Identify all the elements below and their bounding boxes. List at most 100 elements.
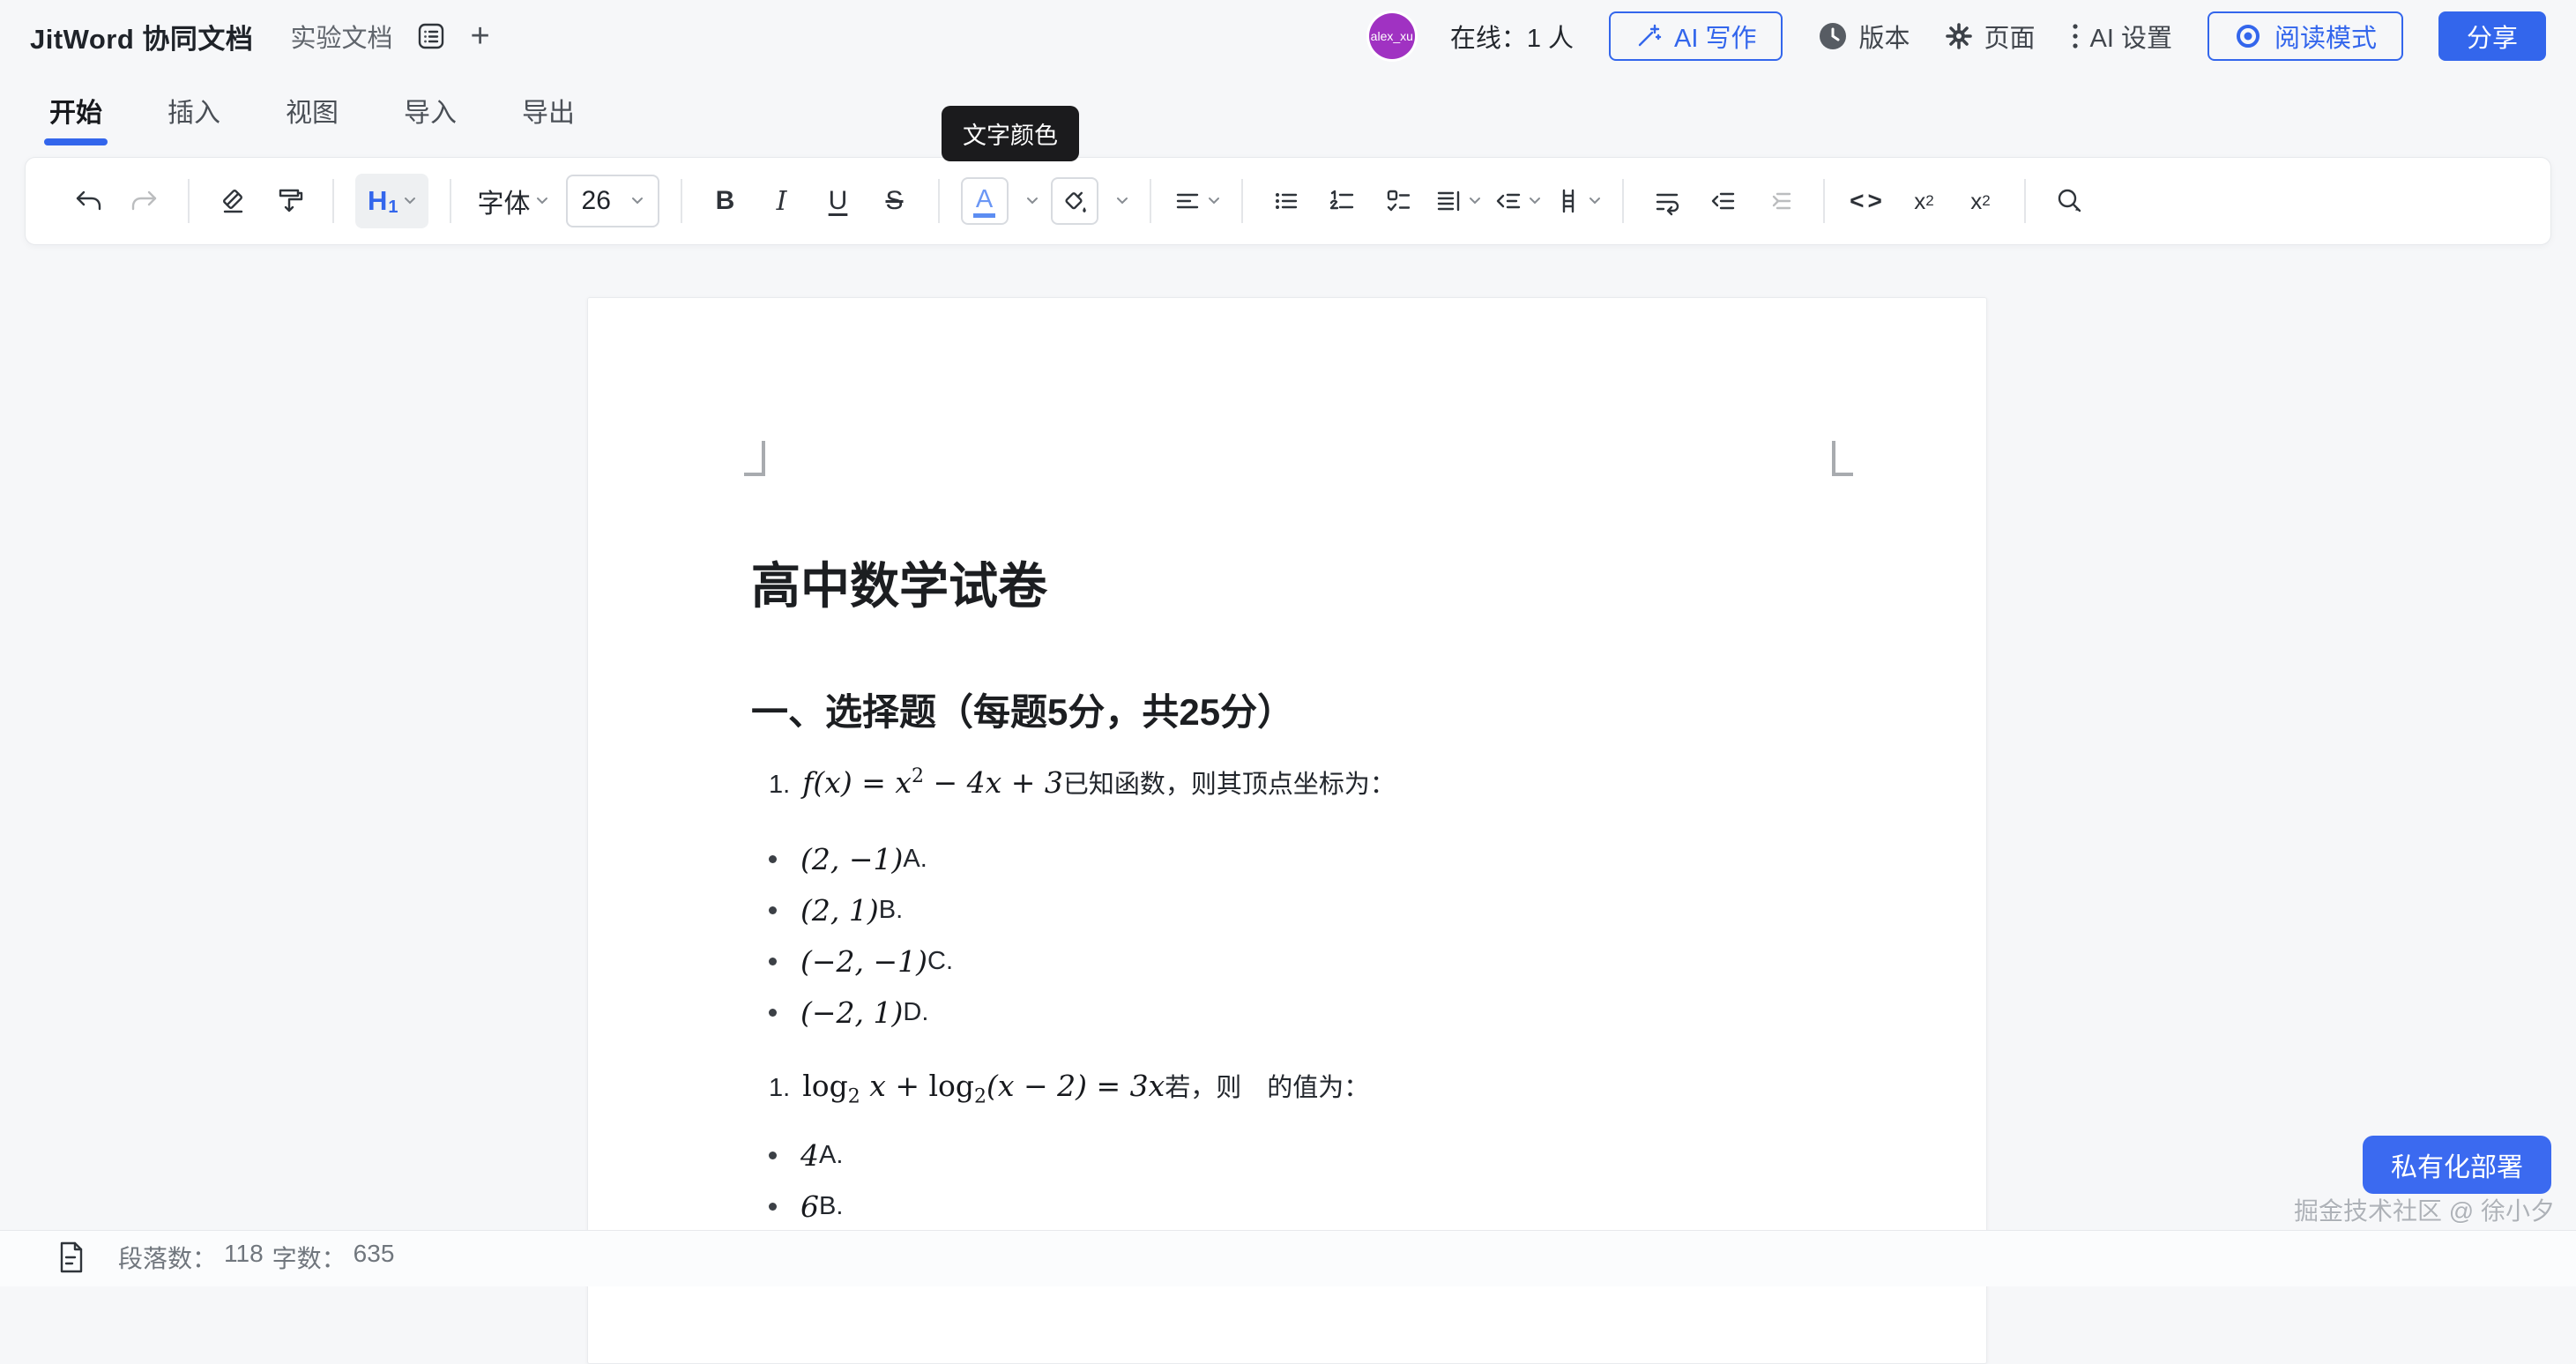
magic-wand-icon	[1635, 23, 1662, 49]
question-number: 1.	[769, 771, 790, 800]
ribbon-tabs: 开始 插入 视图 导入 导出	[0, 72, 577, 148]
community-watermark: 掘金技术社区 @ 徐小夕	[2294, 1192, 2555, 1227]
heading-style-label: H	[368, 185, 387, 217]
status-bar: 段落数：118 字数：635	[0, 1230, 2576, 1286]
eraser-icon[interactable]	[211, 175, 255, 227]
section-heading: 一、选择题（每题5分，共25分）	[751, 682, 1294, 736]
bullet-dot	[769, 1009, 777, 1017]
task-list-button[interactable]	[1377, 175, 1421, 227]
ai-write-button[interactable]: AI 写作	[1609, 11, 1783, 61]
bullet-dot	[769, 1203, 777, 1211]
reading-mode-button[interactable]: 阅读模式	[2207, 11, 2403, 61]
indent-decrease-button[interactable]	[1701, 175, 1746, 227]
subscript-button[interactable]: x2	[1902, 175, 1947, 227]
tab-insert[interactable]: 插入	[166, 82, 222, 138]
version-clock-icon	[1818, 21, 1848, 51]
line-height-dropdown[interactable]	[1433, 175, 1481, 227]
list-item: (2, −1)A.	[769, 833, 953, 884]
document-name[interactable]: 实验文档	[290, 18, 392, 55]
chevron-down-icon	[1208, 196, 1220, 206]
outline-level-dropdown[interactable]	[1553, 175, 1601, 227]
align-dropdown[interactable]	[1173, 175, 1220, 227]
question-number: 1.	[769, 1074, 790, 1103]
question-formula: f(x) = x2 − 4x + 3	[802, 765, 1063, 800]
bullet-dot	[769, 906, 777, 914]
list-item: (2, 1)B.	[769, 884, 953, 935]
text-color-tooltip: 文字颜色	[942, 106, 1079, 161]
chevron-down-icon	[404, 196, 416, 206]
word-count-label: 字数：	[272, 1240, 346, 1275]
tab-start[interactable]: 开始	[48, 82, 104, 138]
avatar[interactable]: alex_xu	[1369, 13, 1415, 59]
format-painter-icon[interactable]	[267, 175, 311, 227]
chevron-down-icon[interactable]	[1116, 196, 1128, 206]
underline-button[interactable]: U	[816, 175, 860, 227]
bullet-list-button[interactable]	[1264, 175, 1308, 227]
gear-icon	[1945, 22, 1973, 50]
question-formula: log2 x + log2(x − 2) = 3x	[802, 1069, 1165, 1108]
superscript-button[interactable]: x2	[1959, 175, 2003, 227]
tab-view[interactable]: 视图	[284, 82, 340, 138]
list-item: 4A.	[769, 1129, 843, 1181]
italic-button[interactable]: I	[760, 175, 804, 227]
highlight-color-button[interactable]	[1051, 177, 1098, 225]
chevron-down-icon	[1529, 196, 1541, 206]
page-menu-item[interactable]: 页面	[1945, 18, 2035, 55]
version-menu-item[interactable]: 版本	[1818, 18, 1910, 55]
question-2: 1. log2 x + log2(x − 2) = 3x 若，则 的值为：	[769, 1067, 1369, 1108]
version-label: 版本	[1858, 18, 1910, 55]
toolbar-divider	[1241, 179, 1243, 223]
chevron-down-icon	[1589, 196, 1601, 206]
question-text: 已知函数，则其顶点坐标为：	[1063, 764, 1396, 801]
doc-list-icon[interactable]	[415, 20, 447, 52]
question-1-options: (2, −1)A. (2, 1)B. (−2, −1)C. (−2, 1)D.	[769, 833, 953, 1038]
list-item: (−2, −1)C.	[769, 935, 953, 987]
word-count-icon	[55, 1240, 86, 1275]
share-button[interactable]: 分享	[2438, 11, 2546, 61]
toolbar-divider	[1150, 179, 1151, 223]
text-wrap-button[interactable]	[1645, 175, 1689, 227]
tab-export[interactable]: 导出	[520, 82, 577, 138]
toolbar-divider	[450, 179, 451, 223]
font-family-dropdown[interactable]: 字体	[473, 182, 554, 220]
margin-corner-right	[1832, 441, 1853, 476]
text-color-button[interactable]: A	[961, 177, 1009, 225]
text-color-glyph: A	[973, 185, 995, 218]
ai-write-label: AI 写作	[1674, 18, 1756, 55]
font-size-dropdown[interactable]: 26	[566, 175, 659, 227]
bullet-dot	[769, 1152, 777, 1159]
redo-button[interactable]	[123, 175, 167, 227]
heading-style-dropdown[interactable]: H1	[355, 174, 428, 228]
toolbar-divider	[2024, 179, 2026, 223]
formatting-toolbar: H1 字体 26 B I U S A <> x2 x2	[25, 157, 2551, 245]
question-text: 若，则 的值为：	[1165, 1067, 1369, 1104]
quote-block-dropdown[interactable]	[1493, 175, 1541, 227]
ai-settings-label: AI 设置	[2090, 18, 2172, 55]
app-header: JitWord 协同文档 实验文档 + alex_xu 在线：1 人 AI 写作…	[0, 0, 2576, 72]
toolbar-divider	[938, 179, 940, 223]
bullet-dot	[769, 855, 777, 863]
code-button[interactable]: <>	[1846, 175, 1890, 227]
undo-button[interactable]	[66, 175, 110, 227]
ai-settings-menu-item[interactable]: AI 设置	[2071, 18, 2172, 55]
search-button[interactable]	[2047, 175, 2091, 227]
chevron-down-icon[interactable]	[1026, 196, 1039, 206]
paragraph-count-label: 段落数：	[118, 1240, 217, 1275]
document-page[interactable]: 高中数学试卷 一、选择题（每题5分，共25分） 1. f(x) = x2 − 4…	[587, 297, 1987, 1364]
add-document-icon[interactable]: +	[470, 19, 489, 53]
ordered-list-button[interactable]	[1321, 175, 1365, 227]
private-deploy-button[interactable]: 私有化部署	[2363, 1136, 2551, 1194]
bold-button[interactable]: B	[704, 175, 748, 227]
tab-import[interactable]: 导入	[402, 82, 458, 138]
chevron-down-icon	[631, 196, 644, 206]
question-2-options: 4A. 6B.	[769, 1129, 843, 1232]
indent-increase-button[interactable]	[1758, 175, 1802, 227]
font-family-label: 字体	[478, 182, 531, 220]
toolbar-divider	[1622, 179, 1624, 223]
eye-icon	[2234, 25, 2262, 48]
question-1: 1. f(x) = x2 − 4x + 3 已知函数，则其顶点坐标为：	[769, 764, 1396, 801]
word-count-value: 635	[354, 1240, 395, 1275]
toolbar-divider	[188, 179, 190, 223]
list-item: (−2, 1)D.	[769, 987, 953, 1038]
strikethrough-button[interactable]: S	[873, 175, 917, 227]
